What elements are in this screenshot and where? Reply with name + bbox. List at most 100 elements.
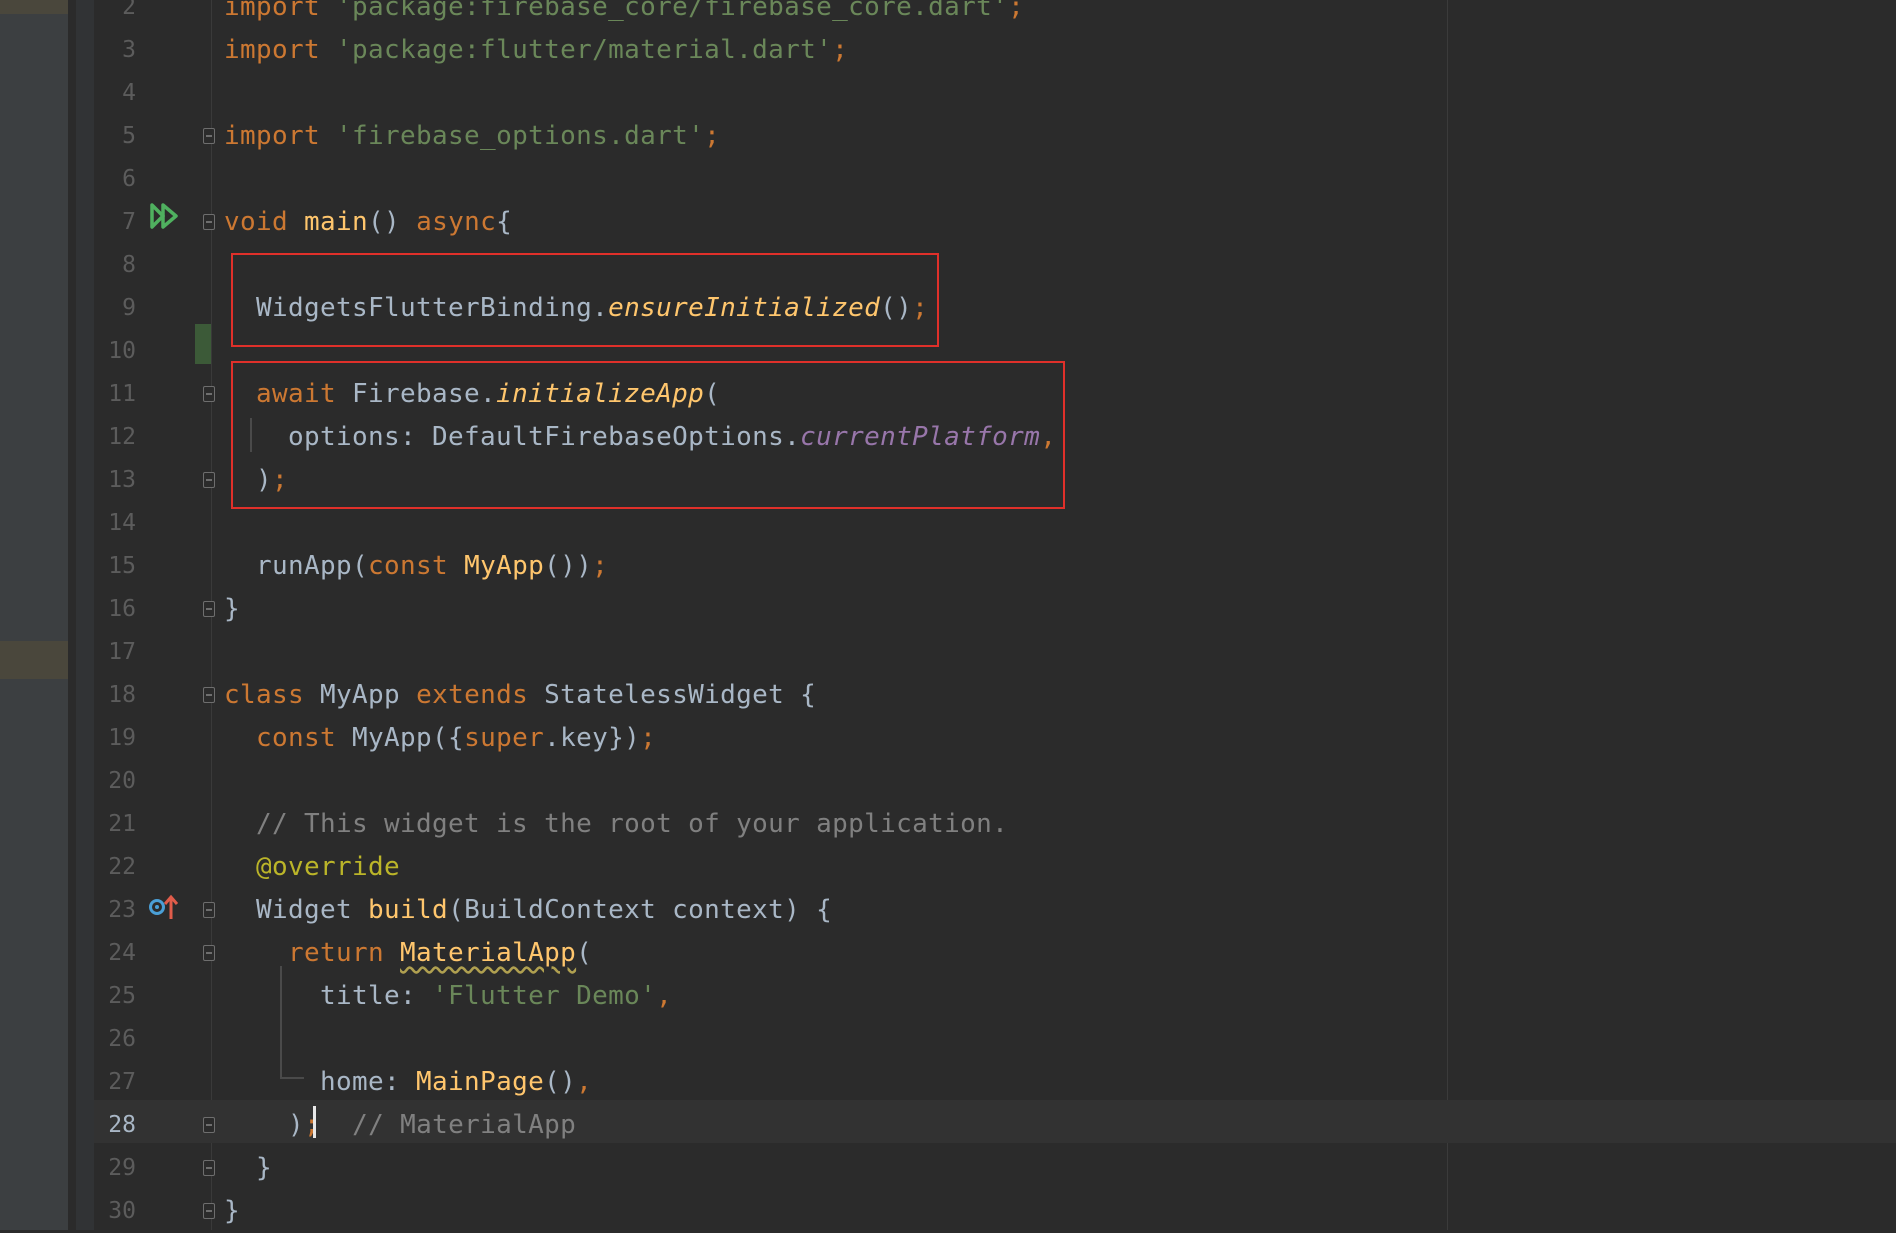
code-token: , <box>576 1067 593 1097</box>
code-line[interactable]: 23 Widget build(BuildContext context) { <box>0 889 1896 932</box>
line-number: 15 <box>108 553 136 579</box>
code-text: import 'firebase_options.dart'; <box>224 115 720 158</box>
line-number: 13 <box>108 467 136 493</box>
code-token: main <box>304 207 369 237</box>
fold-marker-icon[interactable] <box>203 386 215 402</box>
code-token: ; <box>640 723 657 753</box>
highlight-box-ensure-initialized <box>231 253 939 347</box>
code-token: .key}) <box>544 723 641 753</box>
code-token: 'package:firebase_core/firebase_core.dar… <box>336 0 1009 22</box>
code-text: @override <box>224 846 400 889</box>
code-text: import 'package:flutter/material.dart'; <box>224 29 848 72</box>
fold-marker-icon[interactable] <box>203 902 215 918</box>
code-token: MaterialApp <box>400 938 577 968</box>
code-text: runApp(const MyApp()); <box>224 545 608 588</box>
code-line[interactable]: 28 ); // MaterialApp <box>0 1104 1896 1147</box>
code-token: extends <box>416 680 545 710</box>
override-gutter-icon[interactable] <box>148 893 178 921</box>
code-token: ; <box>704 121 721 151</box>
code-token: @override <box>224 852 401 882</box>
code-line[interactable]: 5 import 'firebase_options.dart'; <box>0 115 1896 158</box>
code-line[interactable]: 17 <box>0 631 1896 674</box>
code-token: class <box>224 680 321 710</box>
line-number: 29 <box>108 1155 136 1181</box>
run-gutter-icon[interactable] <box>150 203 180 229</box>
line-number: 14 <box>108 510 136 536</box>
fold-marker-icon[interactable] <box>203 472 215 488</box>
code-token: ( <box>576 938 593 968</box>
line-number: 10 <box>108 338 136 364</box>
code-token: StatelessWidget { <box>544 680 817 710</box>
code-text: import 'package:firebase_core/firebase_c… <box>224 0 1024 29</box>
code-token: ()) <box>544 551 593 581</box>
fold-marker-icon[interactable] <box>203 128 215 144</box>
code-line[interactable]: 16} <box>0 588 1896 631</box>
code-token: , <box>656 981 673 1011</box>
code-line[interactable]: 27 home: MainPage(), <box>0 1061 1896 1104</box>
code-text: } <box>224 1190 240 1233</box>
line-number: 20 <box>108 768 136 794</box>
code-token: Widget <box>224 895 369 925</box>
fold-marker-icon[interactable] <box>203 601 215 617</box>
code-line[interactable]: 25 title: 'Flutter Demo', <box>0 975 1896 1018</box>
line-number: 17 <box>108 639 136 665</box>
code-text: title: 'Flutter Demo', <box>224 975 672 1018</box>
code-token: ) <box>224 1110 305 1140</box>
fold-marker-icon[interactable] <box>203 1203 215 1219</box>
code-line[interactable]: 15 runApp(const MyApp()); <box>0 545 1896 588</box>
code-token: home: <box>224 1067 417 1097</box>
code-line[interactable]: 22 @override <box>0 846 1896 889</box>
fold-marker-icon[interactable] <box>203 687 215 703</box>
line-number: 21 <box>108 811 136 837</box>
line-number: 25 <box>108 983 136 1009</box>
code-token: 'firebase_options.dart' <box>336 121 705 151</box>
code-token: build <box>368 895 449 925</box>
code-text: } <box>224 1147 272 1190</box>
code-line[interactable]: 20 <box>0 760 1896 803</box>
line-number: 12 <box>108 424 136 450</box>
line-number: 2 <box>122 0 136 20</box>
code-text: } <box>224 588 240 631</box>
code-line[interactable]: 7 void main() async{ <box>0 201 1896 244</box>
code-token: 'Flutter Demo' <box>432 981 657 1011</box>
code-text: class MyApp extends StatelessWidget { <box>224 674 816 717</box>
code-token: async <box>416 207 497 237</box>
line-number: 27 <box>108 1069 136 1095</box>
code-text: const MyApp({super.key}); <box>224 717 656 760</box>
code-line[interactable]: 30} <box>0 1190 1896 1233</box>
code-text: Widget build(BuildContext context) { <box>224 889 832 932</box>
code-line[interactable]: 2 import 'package:firebase_core/firebase_… <box>0 0 1896 29</box>
code-line[interactable]: 3 import 'package:flutter/material.dart'; <box>0 29 1896 72</box>
code-token: ; <box>1008 0 1025 22</box>
fold-marker-icon[interactable] <box>203 214 215 230</box>
code-line[interactable]: 21 // This widget is the root of your ap… <box>0 803 1896 846</box>
line-number: 7 <box>122 209 136 235</box>
code-token: const <box>224 723 353 753</box>
code-token: return <box>224 938 401 968</box>
code-line[interactable]: 19 const MyApp({super.key}); <box>0 717 1896 760</box>
line-number: 26 <box>108 1026 136 1052</box>
fold-marker-icon[interactable] <box>203 945 215 961</box>
line-number: 3 <box>122 37 136 63</box>
code-token: } <box>224 1196 241 1226</box>
line-number: 19 <box>108 725 136 751</box>
code-line[interactable]: 18 class MyApp extends StatelessWidget { <box>0 674 1896 717</box>
code-line[interactable]: 29 } <box>0 1147 1896 1190</box>
code-token: ; <box>592 551 609 581</box>
line-number: 8 <box>122 252 136 278</box>
code-token: void <box>224 207 305 237</box>
code-token: import <box>224 121 337 151</box>
code-line[interactable]: 4 <box>0 72 1896 115</box>
code-line[interactable]: 24 return MaterialApp( <box>0 932 1896 975</box>
code-token: title: <box>224 981 433 1011</box>
line-number: 18 <box>108 682 136 708</box>
code-token: { <box>496 207 513 237</box>
fold-marker-icon[interactable] <box>203 1117 215 1133</box>
line-number: 5 <box>122 123 136 149</box>
code-line[interactable]: 6 <box>0 158 1896 201</box>
highlight-box-initialize-app <box>231 361 1065 509</box>
code-line[interactable]: 26 <box>0 1018 1896 1061</box>
line-number: 11 <box>108 381 136 407</box>
fold-marker-icon[interactable] <box>203 1160 215 1176</box>
code-text: ); // MaterialApp <box>224 1104 576 1147</box>
